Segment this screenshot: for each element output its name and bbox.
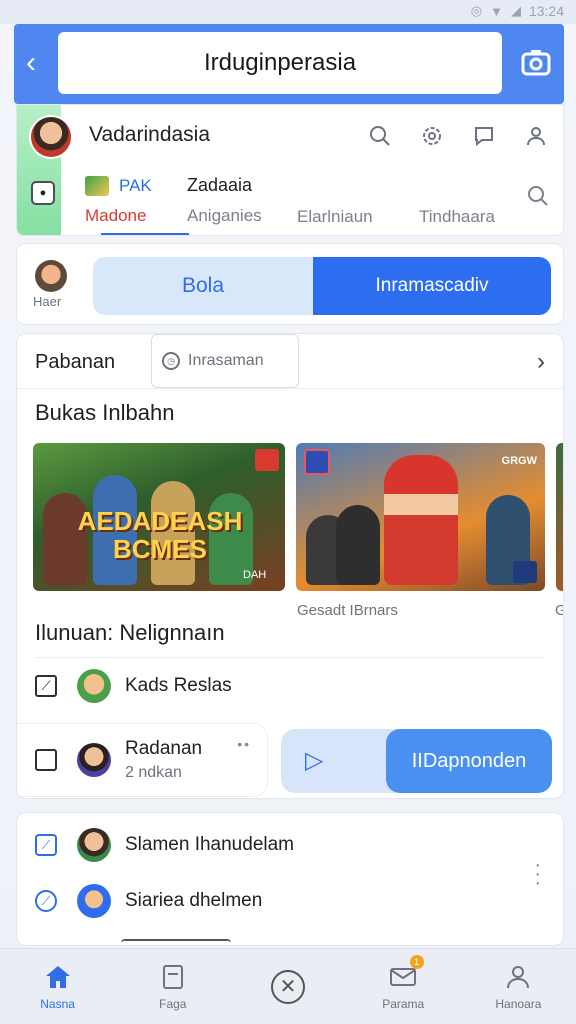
tab-elarlniaun[interactable]: Elarlniaun xyxy=(297,207,373,227)
camera-icon[interactable] xyxy=(520,46,552,78)
tab-label: Tindhaara xyxy=(419,207,495,226)
profile-name: Vadarindasia xyxy=(89,123,211,146)
tab-label: Elarlniaun xyxy=(297,207,373,226)
list-item-label: Slamen Ihanudelam xyxy=(125,834,294,855)
section-title: Ilunuan: Nelignnaın xyxy=(35,620,225,645)
divider xyxy=(17,388,563,389)
menu-square-icon[interactable]: ● xyxy=(31,181,55,205)
edit-icon[interactable]: ⟋ xyxy=(35,834,57,856)
card-header-label: Pabanan xyxy=(35,351,116,373)
avatar xyxy=(77,828,111,862)
nav-home[interactable]: Nasna xyxy=(0,949,115,1024)
profile-header-card: Vadarindasia ● PAK Madone Zadaaia Anigan… xyxy=(16,104,564,236)
mini-avatar-label: Haer xyxy=(33,294,62,309)
action-pill: ▷ IIDapnonden xyxy=(281,729,552,793)
list-item[interactable]: ⟋ Siariea dhelmen xyxy=(17,873,262,929)
filter-chip[interactable]: ◷ Inrasaman xyxy=(151,334,299,388)
banner-caption: Ga xyxy=(555,602,563,619)
game-logo-icon xyxy=(304,449,330,475)
search-icon[interactable] xyxy=(527,185,549,213)
signal-icon: ◢ xyxy=(510,3,521,18)
game-banner-2[interactable]: GRGW xyxy=(296,443,545,591)
user-icon xyxy=(503,963,533,991)
list-card: ⟋ Slamen Ihanudelam ⟋ Siariea dhelmen · ·… xyxy=(16,812,564,946)
list-item-subtitle: 2 ndkan xyxy=(125,764,182,781)
nav-label: Faga xyxy=(159,996,187,1011)
profile-avatar[interactable] xyxy=(29,115,73,159)
main-content-card: Pabanan ◷ Inrasaman › Bukas Inlbahn AEDA… xyxy=(16,333,564,799)
notification-badge: 1 xyxy=(409,955,424,969)
clock-icon: ◷ xyxy=(162,352,180,370)
nav-label: Parama xyxy=(382,996,425,1011)
location-icon: ◎ xyxy=(470,3,483,18)
banner-caption: Gesadt IBrnars xyxy=(297,602,398,619)
back-arrow-icon[interactable]: ‹ xyxy=(26,48,52,80)
tab-madone[interactable]: PAK Madone xyxy=(85,175,152,226)
rating-badge-icon xyxy=(513,561,537,583)
compass-icon[interactable]: ⟋ xyxy=(35,890,57,912)
publisher-badge-icon xyxy=(255,449,279,471)
tab-top-label: Zadaaia xyxy=(187,175,253,195)
banner-small-text: DAH xyxy=(243,569,267,581)
tab-tindhaara[interactable]: Tindhaara xyxy=(419,207,495,227)
list-item-label: Kads Reslas xyxy=(125,675,232,696)
nav-page[interactable]: Faga xyxy=(115,949,230,1024)
chat-bubble-icon[interactable] xyxy=(471,123,497,149)
nav-profile[interactable]: Hanoara xyxy=(461,949,576,1024)
character-figure xyxy=(336,505,380,585)
app-title[interactable]: Irduginperasia xyxy=(58,32,502,94)
search-icon[interactable] xyxy=(367,123,393,149)
avatar xyxy=(77,884,111,918)
wifi-icon: ▼ xyxy=(490,3,503,19)
home-icon xyxy=(43,963,73,991)
active-tab-indicator xyxy=(101,233,189,235)
settings-gear-icon[interactable] xyxy=(419,123,445,149)
list-item-label: Radanan xyxy=(125,738,203,759)
chevron-right-icon[interactable]: › xyxy=(537,348,545,376)
game-banner-1[interactable]: AEDADEASH BCMES DAH xyxy=(33,443,285,591)
segment-left-button[interactable]: Bola xyxy=(93,257,313,315)
nav-label: Hanoara xyxy=(495,996,542,1011)
list-item-content: Radanan 2 ndkan xyxy=(17,732,202,788)
avatar xyxy=(77,743,111,777)
game-banner-3-peek[interactable] xyxy=(556,443,563,591)
close-circle-icon: ✕ xyxy=(271,969,305,1004)
edit-checkbox-icon[interactable]: ⟋ xyxy=(35,675,57,697)
checkbox[interactable] xyxy=(35,749,57,771)
banner-logo-text: GRGW xyxy=(501,455,537,467)
primary-action-button[interactable]: IIDapnonden xyxy=(386,729,552,793)
avatar xyxy=(77,669,111,703)
status-bar: ◎ ▼ ◢ 13:24 xyxy=(0,0,576,24)
list-item-peek xyxy=(121,939,231,945)
kebab-menu-icon[interactable]: · · · xyxy=(534,855,541,893)
tab-label: Aniganies xyxy=(187,206,262,225)
list-item[interactable]: Radanan 2 ndkan •• xyxy=(17,724,267,796)
user-icon[interactable] xyxy=(523,123,549,149)
tab-aniganies[interactable]: Zadaaia Aniganies xyxy=(187,175,262,226)
banner-title: AEDADEASH BCMES xyxy=(77,506,243,564)
tab-brand-label: PAK xyxy=(119,176,152,195)
hero-character xyxy=(384,455,458,585)
nav-close[interactable]: ✕ xyxy=(230,949,345,1024)
list-item-label: Siariea dhelmen xyxy=(125,890,263,911)
segment-right-button[interactable]: Inramascadiv xyxy=(313,257,551,315)
nav-mail[interactable]: 1 Parama xyxy=(346,949,461,1024)
section-title: Bukas Inlbahn xyxy=(35,400,175,425)
game-logo-icon xyxy=(85,176,109,197)
tab-bar: PAK Madone Zadaaia Aniganies Elarlniaun … xyxy=(61,163,563,235)
tab-label: Madone xyxy=(85,206,147,226)
nav-label: Nasna xyxy=(40,996,75,1011)
more-dots-icon[interactable]: •• xyxy=(237,736,251,752)
play-icon[interactable]: ▷ xyxy=(305,747,329,775)
list-item[interactable]: ⟋ Slamen Ihanudelam xyxy=(17,817,294,873)
segmented-control: Bola Inramascadiv xyxy=(93,257,551,315)
clock-time: 13:24 xyxy=(528,3,564,19)
app-bar: ‹ Irduginperasia xyxy=(14,24,564,104)
bottom-navigation: Nasna Faga ✕ 1 Parama Hanoara xyxy=(0,948,576,1024)
page-icon xyxy=(158,963,188,991)
mini-avatar[interactable] xyxy=(35,260,67,292)
chip-label: Inrasaman xyxy=(188,352,264,369)
segment-card: Haer Bola Inramascadiv xyxy=(16,243,564,325)
list-item[interactable]: ⟋ Kads Reslas xyxy=(17,658,232,714)
